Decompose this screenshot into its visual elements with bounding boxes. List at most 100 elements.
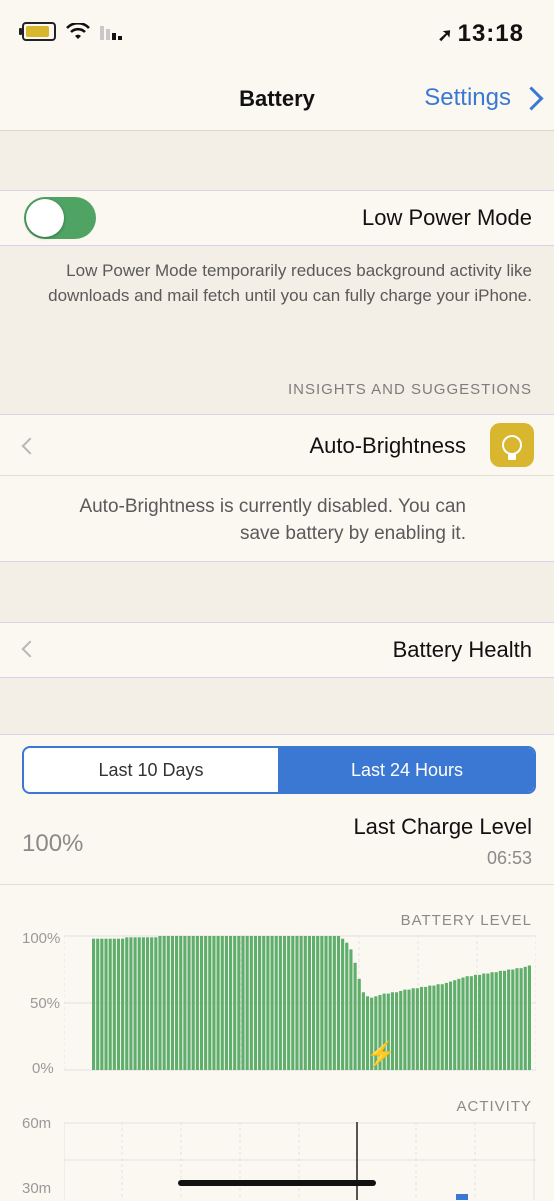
status-bar: ➚ 13:18 (0, 0, 554, 70)
battery-level-bar (324, 936, 328, 1070)
battery-level-bar (457, 978, 461, 1070)
chevron-right-icon (21, 437, 39, 455)
battery-level-bar (444, 982, 448, 1070)
battery-level-bar (469, 976, 473, 1070)
battery-level-bar (399, 990, 403, 1070)
battery-level-bar (312, 936, 316, 1070)
battery-level-bar (253, 936, 258, 1070)
battery-level-bar (403, 989, 407, 1070)
battery-level-bar (511, 969, 515, 1070)
battery-y-tick-100: 100% (22, 930, 61, 947)
low-power-label: Low Power Mode (362, 205, 532, 230)
battery-level-bar (465, 976, 469, 1070)
activity-y-tick-30m: 30m (22, 1180, 52, 1197)
activity-chart (64, 1122, 536, 1200)
battery-level-bar (224, 936, 228, 1070)
battery-level-bar (295, 936, 299, 1070)
last-charge-time: 06:53 (486, 848, 532, 868)
battery-level-bar (216, 936, 220, 1070)
battery-level-bar (307, 936, 311, 1070)
battery-level-bar (415, 988, 419, 1070)
auto-brightness-label: Auto-Brightness (309, 433, 466, 458)
battery-level-bar (137, 937, 141, 1070)
battery-level-bar (212, 936, 216, 1070)
battery-level-bar (266, 936, 270, 1070)
battery-level-bar (424, 986, 428, 1070)
status-icons (19, 22, 126, 41)
activity-y-tick-60m: 60m (22, 1115, 52, 1132)
auto-brightness-row[interactable]: Auto-Brightness Auto-Brightness is curre… (0, 414, 554, 562)
battery-level-bar (125, 937, 129, 1070)
battery-level-bar (341, 938, 345, 1070)
back-button[interactable]: Settings (424, 84, 544, 112)
battery-level-bar (461, 977, 465, 1070)
time-text: 13:18 (457, 20, 524, 47)
activity-label: ACTIVITY (456, 1098, 532, 1115)
battery-level-bar (419, 986, 424, 1070)
battery-y-tick-0: 0% (32, 1060, 54, 1077)
battery-level-bar (448, 981, 453, 1070)
battery-level-bar (166, 936, 170, 1070)
battery-level-bar (336, 936, 341, 1070)
battery-level-bar (453, 980, 457, 1070)
battery-level-bar (282, 936, 287, 1070)
battery-level-bar (208, 936, 212, 1070)
back-label: Settings (424, 84, 511, 111)
home-indicator (178, 1180, 376, 1186)
battery-level-bar (353, 962, 357, 1070)
battery-level-bar (361, 992, 365, 1070)
battery-level-bar (249, 936, 253, 1070)
battery-health-label: Battery Health (392, 637, 532, 662)
battery-health-row[interactable]: Battery Health (0, 622, 554, 678)
segment-last-24-hours[interactable]: Last 24 Hours (280, 748, 534, 792)
battery-level-bar (357, 978, 361, 1070)
battery-level-bar (112, 938, 116, 1070)
card-divider (0, 884, 554, 885)
battery-level-bar (145, 937, 150, 1070)
battery-level-bar (220, 936, 224, 1070)
battery-level-bar (241, 936, 245, 1070)
battery-level-bar (332, 936, 336, 1070)
battery-level-label: BATTERY LEVEL (400, 912, 532, 929)
segment-last-10-days[interactable]: Last 10 Days (24, 748, 280, 792)
battery-level-bar (274, 936, 278, 1070)
lightbulb-icon (490, 423, 534, 467)
location-arrow-icon: ➚ (437, 25, 454, 45)
battery-level-bar (183, 936, 187, 1070)
time-range-segmented-control[interactable]: Last 10 Days Last 24 Hours (22, 746, 536, 794)
battery-level-bar (473, 974, 478, 1070)
battery-level-bar (482, 973, 486, 1070)
battery-icon (19, 22, 56, 41)
battery-level-bar (175, 936, 179, 1070)
battery-level-bar (204, 936, 208, 1070)
wifi-icon (66, 22, 90, 39)
battery-level-bar (104, 938, 108, 1070)
battery-level-bar (299, 936, 303, 1070)
battery-y-tick-50: 50% (30, 995, 61, 1012)
row-divider (0, 475, 554, 476)
battery-level-bar (490, 972, 494, 1070)
low-power-toggle[interactable] (24, 197, 96, 239)
cellular-signal-icon (100, 25, 122, 40)
battery-level-bar (316, 936, 320, 1070)
battery-level-bar (436, 984, 440, 1070)
battery-level-bar (121, 938, 125, 1070)
battery-level-bar (411, 988, 415, 1070)
battery-level-bar (141, 937, 145, 1070)
battery-level-bar (478, 974, 482, 1070)
battery-level-bar (154, 937, 158, 1070)
battery-level-bar (440, 984, 444, 1070)
battery-level-bar (199, 936, 204, 1070)
battery-level-bar (262, 936, 266, 1070)
navigation-bar: Battery Settings (0, 70, 554, 131)
battery-level-bar (432, 985, 436, 1070)
chevron-right-icon (21, 640, 39, 658)
battery-level-bar (287, 936, 291, 1070)
battery-level-bar (129, 937, 133, 1070)
chevron-back-icon (519, 85, 544, 111)
battery-level-bar (245, 936, 249, 1070)
battery-level-bar (258, 936, 262, 1070)
low-power-row: Low Power Mode (0, 190, 554, 246)
battery-level-bar (237, 936, 241, 1070)
auto-brightness-description: Auto-Brightness is currently disabled. Y… (79, 496, 466, 544)
